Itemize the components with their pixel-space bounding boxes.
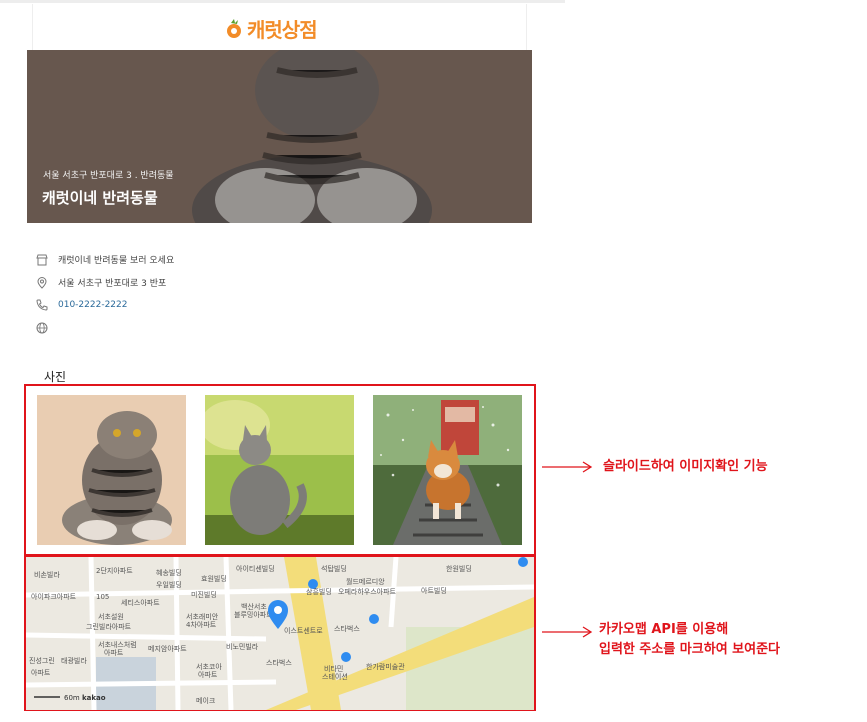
map-label: 혜송빌딩 <box>156 568 182 577</box>
map-label: 아파트 <box>104 648 124 657</box>
map-label: 백산서초 <box>241 602 267 611</box>
map-label: 스테이션 <box>322 672 348 681</box>
map-label: 미진빌딩 <box>191 590 217 599</box>
photo-kitten-grass <box>205 395 354 545</box>
info-phone-row[interactable]: 010-2222-2222 <box>36 299 127 311</box>
map-canvas[interactable]: 비손빌라 2단지아파트 혜송빌딩 효원빌딩 아이티센빌딩 석탑빌딩 한원빌딩 우… <box>26 557 534 710</box>
annotation-map: 카카오맵 API를 이용해 입력한 주소를 마크하여 보여준다 <box>541 622 781 660</box>
photo-corgi-tracks <box>373 395 522 545</box>
logo[interactable]: 캐럿상점 <box>225 14 318 43</box>
annotation-map-line-2: 입력한 주소를 마크하여 보여준다 <box>599 642 781 657</box>
map-label: 비노민빌라 <box>226 642 259 651</box>
map-label: 메이크 <box>196 696 216 705</box>
globe-icon[interactable] <box>36 322 48 334</box>
hero-subtitle: 서울 서초구 반포대로 3 . 반려동물 <box>43 171 174 181</box>
info-address-row: 서울 서초구 반포대로 3 반포 <box>36 276 166 289</box>
map-label: 서초설원 <box>98 612 124 621</box>
map-label: 진성그린 <box>29 656 55 665</box>
photo-slide-2[interactable] <box>205 395 354 545</box>
map-label: 서초래미안 <box>186 612 219 621</box>
map-label: 아이티센빌딩 <box>236 564 275 573</box>
map-label: 블루밍아파트 <box>234 610 273 619</box>
carrot-icon <box>227 18 241 38</box>
map-label: 105 <box>96 593 109 601</box>
info-description-row: 캐럿이네 반려동물 보러 오세요 <box>36 253 174 266</box>
map-label: 월드메르디앙 <box>346 577 385 586</box>
store-address: 서울 서초구 반포대로 3 반포 <box>58 279 167 289</box>
top-divider <box>0 0 565 3</box>
info-website-row[interactable] <box>36 322 48 334</box>
annotation-map-line-1: 카카오맵 API를 이용해 <box>599 622 729 637</box>
hero-banner: 서울 서초구 반포대로 3 . 반려동물 캐럿이네 반려동물 <box>27 50 532 223</box>
map-label: 아파트 <box>31 668 51 677</box>
store-description: 캐럿이네 반려동물 보러 오세요 <box>58 256 175 266</box>
kakao-map[interactable]: 비손빌라 2단지아파트 혜송빌딩 효원빌딩 아이티센빌딩 석탑빌딩 한원빌딩 우… <box>26 557 534 710</box>
map-label: 서초코아 <box>196 662 222 671</box>
photo-slide-3[interactable] <box>373 395 522 545</box>
map-label: 비손빌라 <box>34 570 60 579</box>
logo-text: 캐럿상점 <box>247 18 318 42</box>
hero-title: 캐럿이네 반려동물 <box>42 189 158 207</box>
photo-slide-1[interactable] <box>37 395 186 545</box>
map-label: 한가람미술관 <box>366 662 405 671</box>
arrow-right-icon <box>542 626 593 638</box>
map-label: 우일빌딩 <box>156 580 182 589</box>
map-label: 이스트센트로 <box>284 626 323 635</box>
map-label: 삼흥빌딩 <box>306 587 332 596</box>
map-label: 효원빌딩 <box>201 574 227 583</box>
map-brand-logo: kakao <box>82 694 106 702</box>
app-header: 캐럿상점 <box>32 4 527 51</box>
phone-number-link[interactable]: 010-2222-2222 <box>58 300 127 310</box>
map-label: 아파트 <box>198 670 218 679</box>
map-label: 그린빌라아파트 <box>86 622 132 631</box>
map-label: 2단지아파트 <box>96 566 133 575</box>
location-pin-icon <box>37 276 47 289</box>
map-label: 스타벅스 <box>266 658 292 667</box>
map-label: 비타민 <box>324 664 343 673</box>
map-label: 아트빌딩 <box>421 586 447 595</box>
arrow-right-icon <box>542 461 593 473</box>
map-label: 아이파크아파트 <box>31 592 77 601</box>
store-icon <box>36 254 48 265</box>
map-label: 스타벅스 <box>334 624 360 633</box>
map-label: 한원빌딩 <box>446 564 472 573</box>
map-label: 석탑빌딩 <box>321 564 347 573</box>
map-label: 서초내스처럼 <box>98 640 137 649</box>
annotation-slider-text: 슬라이드하여 이미지확인 기능 <box>603 459 768 474</box>
photos-section-title: 사진 <box>44 370 67 384</box>
map-label: 오페라하우스아파트 <box>338 587 397 596</box>
phone-icon <box>36 299 48 311</box>
map-label: 4차아파트 <box>186 620 217 629</box>
map-scale: 60m <box>64 694 80 702</box>
photo-cat-sitting <box>37 395 186 545</box>
map-label: 세티스아파트 <box>121 598 160 607</box>
map-label: 메지암아파트 <box>148 644 187 653</box>
annotation-slider: 슬라이드하여 이미지확인 기능 <box>541 459 768 477</box>
map-label: 태광빌라 <box>61 656 87 665</box>
